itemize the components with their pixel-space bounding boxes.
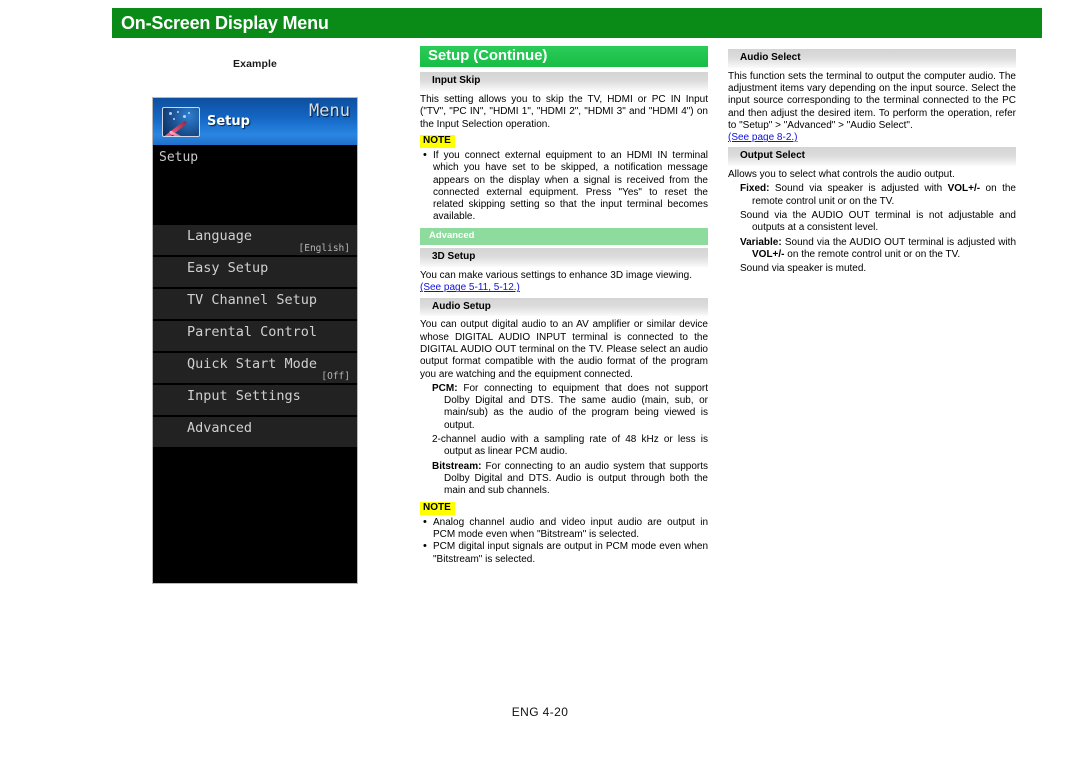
definition-term: Bitstream: — [432, 460, 482, 472]
definition-text: Sound via speaker is muted. — [740, 263, 867, 275]
tv-menu-item-label: Easy Setup — [187, 260, 269, 276]
right-content-column: Audio Select This function sets the term… — [728, 46, 1016, 275]
tv-osd-header-label: Setup — [207, 114, 250, 129]
definition-text: Sound via the AUDIO OUT terminal is not … — [740, 209, 1016, 234]
example-caption: Example — [233, 58, 277, 70]
audio-setup-note-list: Analog channel audio and video input aud… — [420, 516, 708, 566]
list-item: If you connect external equipment to an … — [420, 149, 708, 224]
tv-menu-item-parental-control[interactable]: Parental Control — [153, 320, 357, 352]
audio-setup-body: You can output digital audio to an AV am… — [420, 319, 708, 380]
output-select-definition-audio-out: Sound via the AUDIO OUT terminal is not … — [740, 210, 1016, 235]
output-select-body: Allows you to select what controls the a… — [728, 169, 955, 181]
subsection-heading-3d-setup: 3D Setup — [420, 248, 708, 268]
input-skip-note-list: If you connect external equipment to an … — [420, 149, 708, 224]
tv-menu-item-label: Parental Control — [187, 324, 318, 340]
definition-emphasis: VOL+/- — [752, 248, 785, 260]
page-title: On-Screen Display Menu — [121, 12, 329, 33]
note-badge: NOTE — [420, 134, 455, 148]
see-page-link-3d-setup[interactable]: (See page 5-11, 5-12.) — [420, 282, 520, 294]
see-page-link-audio-select[interactable]: (See page 8-2.) — [728, 132, 798, 144]
tv-menu-item-label: Language — [187, 228, 253, 244]
definition-term: Fixed: — [740, 183, 770, 195]
page-title-bar: On-Screen Display Menu — [112, 8, 1042, 38]
document-page: On-Screen Display Menu Example Setup Men… — [0, 0, 1080, 764]
3d-setup-body: You can make various settings to enhance… — [420, 270, 693, 282]
tv-menu-item-value: [English] — [298, 243, 350, 254]
definition-emphasis: VOL+/- — [947, 183, 981, 195]
tv-osd-subtitle: Setup — [153, 145, 357, 224]
middle-content-column: Setup (Continue) Input Skip This setting… — [420, 46, 708, 566]
subsection-heading-output-select: Output Select — [728, 147, 1016, 167]
tv-menu-item-easy-setup[interactable]: Easy Setup — [153, 256, 357, 288]
tv-osd-menu-label: Menu — [309, 101, 350, 121]
section-heading-setup-continue: Setup (Continue) — [420, 46, 708, 68]
audio-setup-definition-pcm: PCM: For connecting to equipment that do… — [432, 383, 708, 432]
tv-menu-item-input-settings[interactable]: Input Settings — [153, 384, 357, 416]
tv-menu-item-label: TV Channel Setup — [187, 292, 318, 308]
output-select-definition-fixed: Fixed: Sound via speaker is adjusted wit… — [740, 183, 1016, 208]
definition-term: Variable: — [740, 236, 782, 248]
tv-menu-item-tv-channel-setup[interactable]: TV Channel Setup — [153, 288, 357, 320]
definition-text: Sound via speaker is adjusted with — [769, 183, 948, 195]
output-select-definition-muted: Sound via speaker is muted. — [740, 263, 1016, 275]
definition-text: Sound via the AUDIO OUT terminal is adju… — [781, 236, 1016, 248]
tv-menu-item-label: Input Settings — [187, 388, 301, 404]
audio-select-body: This function sets the terminal to outpu… — [728, 70, 1016, 131]
definition-text: For connecting to equipment that does no… — [444, 382, 708, 431]
audio-setup-definition-bitstream: Bitstream: For connecting to an audio sy… — [432, 461, 708, 498]
tv-menu-item-value: [Off] — [321, 371, 350, 382]
tv-menu-item-quick-start-mode[interactable]: Quick Start Mode [Off] — [153, 352, 357, 384]
definition-term: PCM: — [432, 382, 458, 394]
subsection-heading-audio-select: Audio Select — [728, 49, 1016, 68]
definition-text: 2-channel audio with a sampling rate of … — [432, 434, 708, 458]
definition-text: For connecting to an audio system that s… — [444, 460, 708, 497]
definition-text: on the remote control unit or on the TV. — [784, 248, 961, 260]
example-column: Example Setup Menu Setup Language [Engli… — [140, 58, 370, 584]
tv-menu-item-advanced[interactable]: Advanced — [153, 416, 357, 448]
subsection-heading-audio-setup: Audio Setup — [420, 297, 708, 317]
page-footer: ENG 4-20 — [511, 705, 569, 719]
note-badge: NOTE — [420, 501, 455, 515]
audio-setup-definition-2channel: 2-channel audio with a sampling rate of … — [432, 434, 708, 459]
tv-osd-screenshot: Setup Menu Setup Language [English] Easy… — [152, 97, 358, 584]
subsection-bar-advanced: Advanced — [420, 227, 708, 246]
subsection-heading-input-skip: Input Skip — [420, 72, 708, 91]
list-item: Analog channel audio and video input aud… — [420, 516, 708, 542]
input-skip-body: This setting allows you to skip the TV, … — [420, 93, 708, 130]
tv-menu-item-label: Advanced — [187, 420, 253, 436]
list-item: PCM digital input signals are output in … — [420, 540, 708, 566]
tv-osd-empty-area — [153, 448, 357, 558]
tv-osd-menu-list: Language [English] Easy Setup TV Channel… — [153, 224, 357, 448]
setup-monitor-icon — [162, 106, 200, 137]
tv-menu-item-language[interactable]: Language [English] — [153, 224, 357, 256]
tv-menu-item-label: Quick Start Mode — [187, 356, 318, 372]
output-select-definition-variable: Variable: Sound via the AUDIO OUT termin… — [740, 237, 1016, 262]
tv-osd-header: Setup Menu — [153, 98, 357, 145]
